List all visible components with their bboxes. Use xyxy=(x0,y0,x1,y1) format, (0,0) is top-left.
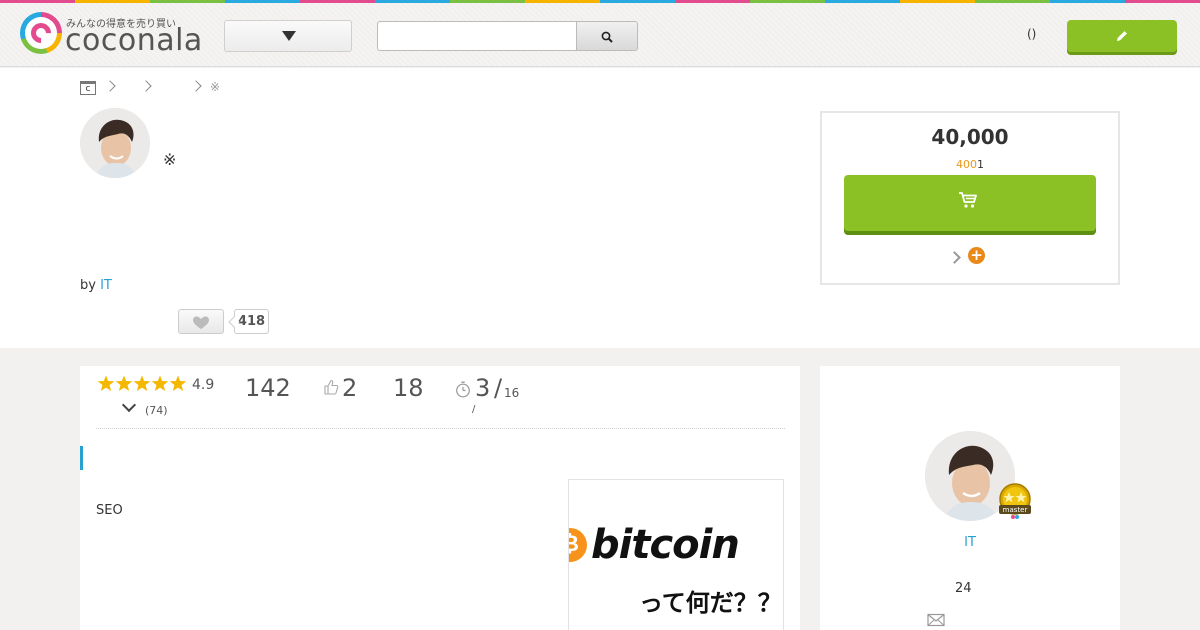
delivery-sub: / xyxy=(472,404,476,415)
thumbs-icon xyxy=(324,379,339,395)
divider xyxy=(96,428,785,429)
price-card: 40,000 4001 + xyxy=(820,111,1120,285)
chevron-right-icon xyxy=(140,80,152,92)
rating-score: 4.9 xyxy=(192,377,215,393)
seller-avatar[interactable] xyxy=(80,108,150,178)
breadcrumb-current: ※ xyxy=(210,80,221,94)
chevron-right-icon[interactable] xyxy=(948,251,961,264)
category-dropdown[interactable] xyxy=(224,20,352,52)
bitcoin-coin-icon: ₿ xyxy=(569,528,587,562)
service-price: 40,000 xyxy=(931,125,1009,149)
seller-link[interactable]: IT xyxy=(100,278,112,293)
post-button[interactable] xyxy=(1067,20,1177,52)
favorite-button[interactable] xyxy=(178,309,224,334)
in-progress-count: 2 xyxy=(342,374,358,402)
coconala-logo[interactable]: みんなの得意を売り買い coconala xyxy=(20,11,203,59)
logo-wordmark: coconala xyxy=(65,23,203,58)
search-input[interactable] xyxy=(377,21,577,51)
pencil-icon xyxy=(1117,31,1127,41)
delivery-slash: / xyxy=(494,374,503,402)
header-paren-text[interactable]: () xyxy=(1027,27,1036,41)
plus-circle-icon[interactable]: + xyxy=(968,247,985,264)
section-heading-bar xyxy=(80,446,83,470)
site-header: みんなの得意を売り買い coconala () xyxy=(0,3,1200,67)
mail-icon[interactable] xyxy=(927,613,945,627)
stock-count: 18 xyxy=(393,374,424,402)
svg-text:master: master xyxy=(1003,506,1028,514)
service-note-mark: ※ xyxy=(163,150,177,169)
breadcrumb-home-icon[interactable]: c xyxy=(80,81,96,95)
profile-stat-number: 24 xyxy=(955,581,972,596)
thumbnail-bitcoin-text: bitcoin xyxy=(591,522,740,568)
logo-mark-icon xyxy=(20,12,62,54)
profile-name-link[interactable]: IT xyxy=(820,535,1120,550)
service-detail-card: 4.9 (74) 142 2 18 3 / 16 / SEO ₿ bitcoin… xyxy=(80,366,800,630)
sales-count: 142 xyxy=(245,374,291,402)
chevron-down-icon xyxy=(282,31,296,41)
clock-icon xyxy=(456,381,470,398)
seller-profile-card: master IT 24 xyxy=(820,366,1120,630)
review-count[interactable]: (74) xyxy=(145,404,168,417)
master-badge-icon: master xyxy=(999,483,1031,519)
delivery-days-small: 16 xyxy=(504,386,520,400)
heart-icon xyxy=(193,316,209,329)
star-icon xyxy=(97,375,115,391)
points-info: 4001 xyxy=(956,158,984,171)
service-byline: by IT xyxy=(80,278,112,293)
purchase-button[interactable] xyxy=(844,175,1096,231)
description-text: SEO xyxy=(96,503,123,518)
chevron-right-icon xyxy=(190,80,202,92)
star-icon xyxy=(169,375,187,391)
service-thumbnail[interactable]: ₿ bitcoin って何だ？？ xyxy=(568,479,784,630)
star-icon xyxy=(133,375,151,391)
search-icon xyxy=(601,31,613,43)
star-icon xyxy=(151,375,169,391)
cart-icon xyxy=(959,192,977,208)
rating-stars xyxy=(97,375,187,392)
search-button[interactable] xyxy=(576,21,638,51)
chevron-down-icon[interactable] xyxy=(121,397,137,413)
chevron-right-icon xyxy=(104,80,116,92)
star-icon xyxy=(115,375,133,391)
service-header-section: c ※ ※ by IT 418 40,000 4001 + xyxy=(0,68,1200,348)
favorite-count: 418 xyxy=(234,309,269,334)
thumbnail-japanese-text: って何だ？？ xyxy=(639,589,782,617)
delivery-days: 3 xyxy=(475,374,491,402)
